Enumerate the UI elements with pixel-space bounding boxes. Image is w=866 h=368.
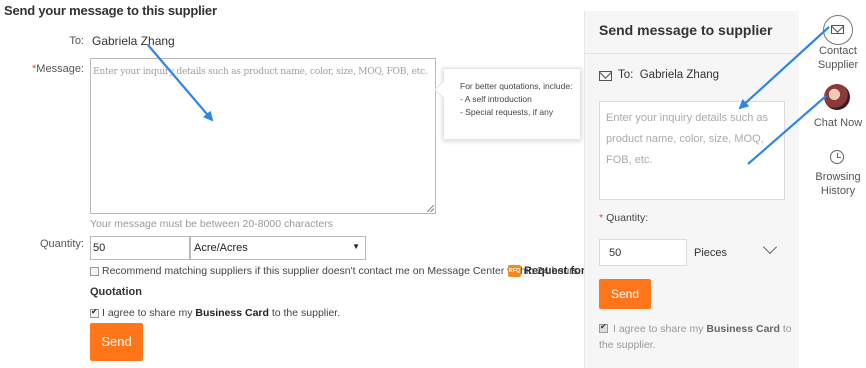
agree-prefix: I agree to share my <box>613 323 707 335</box>
history-label-line2: History <box>820 185 856 197</box>
inquiry-form: Send your message to this supplier To: G… <box>0 0 590 368</box>
panel-quantity-label-text: Quantity: <box>606 212 649 224</box>
agree-suffix: to the supplier. <box>268 307 341 319</box>
panel-title: Send message to supplier <box>599 22 773 38</box>
panel-recipient: To: Gabriela Zhang <box>618 69 719 81</box>
panel-quantity-input[interactable]: 50 <box>599 239 687 266</box>
chat-label: Chat Now <box>813 117 863 129</box>
panel-message-placeholder: Enter your inquiry details such as produ… <box>606 112 769 166</box>
message-label-text: Message: <box>36 63 84 75</box>
quantity-label: Quantity: <box>39 238 84 250</box>
contact-supplier-button[interactable]: Contact Supplier <box>810 44 866 72</box>
share-business-card-label: I agree to share my Business Card to the… <box>102 307 340 319</box>
business-card-text: Business Card <box>706 323 780 335</box>
send-button[interactable]: Send <box>90 323 143 361</box>
panel-share-business-card-label: I agree to share my Business Card to the… <box>599 321 795 353</box>
to-label: To: <box>69 35 84 47</box>
browsing-history-button[interactable]: Browsing History <box>810 170 866 198</box>
mail-icon <box>599 71 612 81</box>
unit-select-value: Acre/Acres <box>194 242 248 254</box>
agree-prefix: I agree to share my <box>102 307 196 319</box>
message-textarea[interactable]: Enter your inquiry details such as produ… <box>90 58 436 214</box>
contact-label-line1: Contact <box>819 45 857 57</box>
rfq-icon: RFQ <box>508 265 521 277</box>
chevron-down-icon[interactable] <box>762 239 778 255</box>
unit-select[interactable]: Acre/Acres ▼ <box>190 236 366 260</box>
panel-send-button[interactable]: Send <box>599 279 651 309</box>
form-title: Send your message to this supplier <box>4 3 217 18</box>
request-for-quotation-link[interactable]: Request for <box>524 265 585 277</box>
panel-recipient-name: Gabriela Zhang <box>639 69 720 81</box>
share-business-card-checkbox[interactable] <box>90 307 99 318</box>
message-label: *Message: <box>28 63 84 75</box>
quotation-tip-tooltip: For better quotations, include: - A self… <box>443 68 581 140</box>
request-for-quotation-link[interactable]: Quotation <box>90 286 142 298</box>
tip-title: For better quotations, include: <box>460 81 573 91</box>
divider <box>585 53 799 54</box>
side-toolbar: Contact Supplier Chat Now Browsing Histo… <box>810 0 866 368</box>
recipient-name: Gabriela Zhang <box>92 34 175 48</box>
panel-quantity-label: * Quantity: <box>599 212 648 224</box>
quantity-input[interactable]: 50 <box>90 236 190 260</box>
message-length-hint: Your message must be between 20-8000 cha… <box>90 218 334 230</box>
quick-message-panel: Send message to supplier To: Gabriela Zh… <box>584 11 799 368</box>
dropdown-arrow-icon: ▼ <box>352 242 360 251</box>
panel-to-label: To: <box>618 69 634 81</box>
recommend-suppliers-checkbox[interactable] <box>90 267 99 276</box>
tip-item: - Special requests, if any <box>460 107 554 117</box>
contact-mail-icon[interactable] <box>823 15 853 45</box>
required-mark: * <box>599 212 604 224</box>
tip-item: - A self introduction <box>460 94 532 104</box>
history-label-line1: Browsing <box>815 171 861 183</box>
chat-now-button[interactable]: Chat Now <box>810 116 866 130</box>
panel-unit-select[interactable]: Pieces <box>694 247 727 259</box>
message-placeholder: Enter your inquiry details such as produ… <box>93 66 428 77</box>
business-card-text: Business Card <box>195 307 269 319</box>
resize-grip-icon[interactable] <box>427 205 434 212</box>
envelope-icon <box>831 25 844 34</box>
clock-icon[interactable] <box>830 150 844 164</box>
contact-label-line2: Supplier <box>817 59 859 71</box>
supplier-avatar[interactable] <box>824 84 850 110</box>
panel-message-textarea[interactable]: Enter your inquiry details such as produ… <box>599 101 785 200</box>
